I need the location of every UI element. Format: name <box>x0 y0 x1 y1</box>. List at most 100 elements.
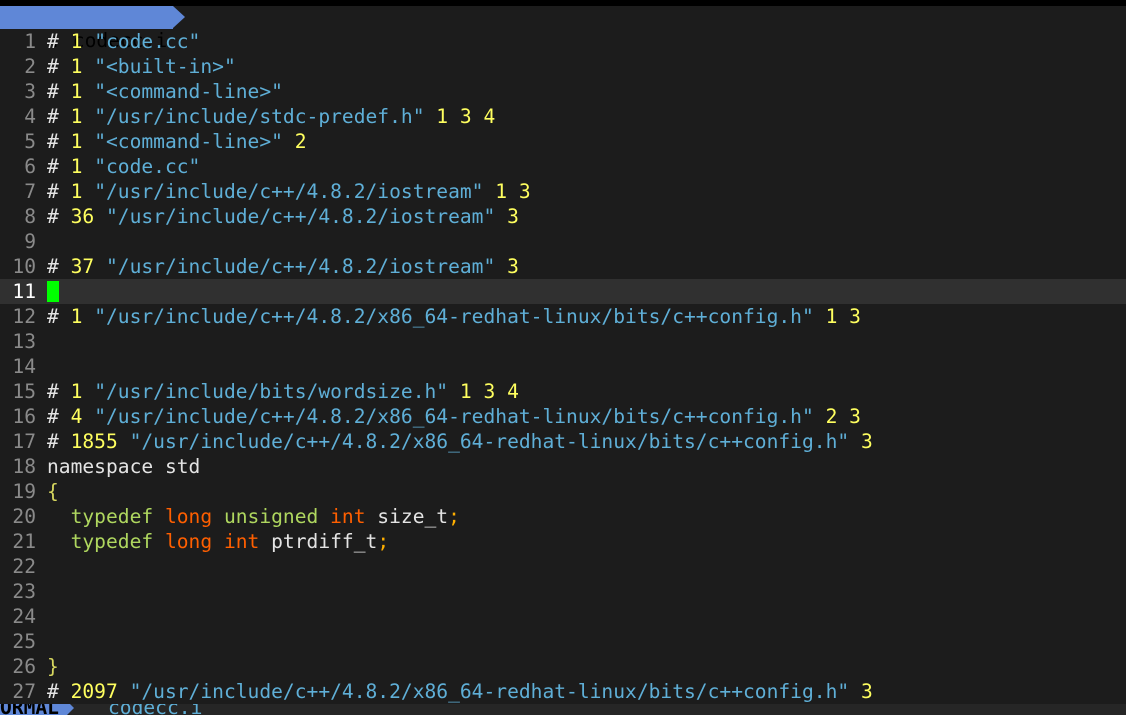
status-filename: codecc.i <box>108 704 202 715</box>
text-cursor <box>47 280 59 302</box>
code-line[interactable]: 23 <box>0 579 1126 604</box>
line-number: 5 <box>24 130 36 153</box>
token-str: "/usr/include/stdc-predef.h" <box>94 105 425 128</box>
code-line[interactable]: 25 <box>0 629 1126 654</box>
token-str: "/usr/include/bits/wordsize.h" <box>94 380 449 403</box>
line-content: # 1 "/usr/include/bits/wordsize.h" 1 3 4 <box>47 379 519 404</box>
code-line[interactable]: 21 typedef long int ptrdiff_t; <box>0 529 1126 554</box>
code-line[interactable]: 12 # 1 "/usr/include/c++/4.8.2/x86_64-red… <box>0 304 1126 329</box>
code-line[interactable]: 7 # 1 "/usr/include/c++/4.8.2/iostream" 1… <box>0 179 1126 204</box>
code-line[interactable]: 1 # 1 "code.cc" <box>0 29 1126 54</box>
code-line[interactable]: 17 # 1855 "/usr/include/c++/4.8.2/x86_64-… <box>0 429 1126 454</box>
token-num: 1 <box>70 80 83 103</box>
line-number: 6 <box>24 155 36 178</box>
mode-separator-arrow <box>63 704 74 715</box>
line-number: 14 <box>12 355 36 378</box>
line-content: { <box>47 479 59 504</box>
line-number: 16 <box>12 405 36 428</box>
token-num: 3 <box>507 205 519 228</box>
line-content: typedef long unsigned int size_t; <box>47 504 460 529</box>
line-content: # 1 "/usr/include/c++/4.8.2/x86_64-redha… <box>47 304 861 329</box>
line-content: # 4 "/usr/include/c++/4.8.2/x86_64-redha… <box>47 404 861 429</box>
tab-codecc-i[interactable]: : codecc.i <box>0 6 174 52</box>
code-line[interactable]: 10 # 37 "/usr/include/c++/4.8.2/iostream"… <box>0 254 1126 279</box>
code-line[interactable]: 8 # 36 "/usr/include/c++/4.8.2/iostream" … <box>0 204 1126 229</box>
line-number: 8 <box>24 205 36 228</box>
token-num: 1 <box>70 305 83 328</box>
code-line[interactable]: 16 # 4 "/usr/include/c++/4.8.2/x86_64-red… <box>0 404 1126 429</box>
token-num: 3 <box>507 255 519 278</box>
line-number: 18 <box>12 455 36 478</box>
line-content: # 1 "/usr/include/stdc-predef.h" 1 3 4 <box>47 104 495 129</box>
token-num: 2 3 <box>825 405 861 428</box>
line-content: # 1 "code.cc" <box>47 29 200 54</box>
code-line[interactable]: 11 <box>0 279 1126 304</box>
editor-buffer[interactable]: 1 # 1 "code.cc" 2 # 1 "<built-in>" 3 # 1 "<co… <box>0 29 1126 704</box>
token-str: "/usr/include/c++/4.8.2/x86_64-redhat-li… <box>129 430 850 453</box>
token-str: "/usr/include/c++/4.8.2/x86_64-redhat-li… <box>129 680 850 703</box>
code-line[interactable]: 20 typedef long unsigned int size_t; <box>0 504 1126 529</box>
line-number: 22 <box>12 555 36 578</box>
code-line[interactable]: 3 # 1 "<command-line>" <box>0 79 1126 104</box>
token-hash: # <box>47 105 71 128</box>
token-num: 1 <box>70 130 83 153</box>
code-line[interactable]: 13 <box>0 329 1126 354</box>
token-str: "/usr/include/c++/4.8.2/iostream" <box>94 180 484 203</box>
code-line[interactable]: 6 # 1 "code.cc" <box>0 154 1126 179</box>
code-line[interactable]: 18 namespace std <box>0 454 1126 479</box>
line-number: 9 <box>24 230 36 253</box>
code-line[interactable]: 2 # 1 "<built-in>" <box>0 54 1126 79</box>
line-number: 12 <box>12 305 36 328</box>
token-hash: # <box>47 430 71 453</box>
code-line[interactable]: 26} <box>0 654 1126 679</box>
line-number: 20 <box>12 505 36 528</box>
line-number: 25 <box>12 630 36 653</box>
token-num: 1855 <box>70 430 118 453</box>
token-str: "<built-in>" <box>94 55 236 78</box>
token-hash: # <box>47 405 71 428</box>
token-num: 36 <box>70 205 95 228</box>
code-line[interactable]: 22 <box>0 554 1126 579</box>
token-hash: # <box>47 680 71 703</box>
code-line[interactable]: 14 <box>0 354 1126 379</box>
token-num: 2097 <box>70 680 118 703</box>
token-num: 1 3 4 <box>436 105 496 128</box>
token-str: "/usr/include/c++/4.8.2/iostream" <box>105 255 496 278</box>
token-hash: # <box>47 80 71 103</box>
line-number: 23 <box>12 580 36 603</box>
line-content: # 1 "<built-in>" <box>47 54 236 79</box>
code-line[interactable]: 5 # 1 "<command-line>" 2 <box>0 129 1126 154</box>
code-line[interactable]: 24 <box>0 604 1126 629</box>
code-line[interactable]: 27 # 2097 "/usr/include/c++/4.8.2/x86_64-… <box>0 679 1126 704</box>
token-num: 1 <box>70 30 83 53</box>
code-line[interactable]: 19 { <box>0 479 1126 504</box>
token-num: 1 <box>70 105 83 128</box>
token-brace: { <box>47 480 59 503</box>
token-kw-mod: int <box>223 530 260 553</box>
code-line[interactable]: 9 <box>0 229 1126 254</box>
line-content: } <box>47 654 59 679</box>
line-number: 24 <box>12 605 36 628</box>
line-number: 17 <box>12 430 36 453</box>
line-content: # 36 "/usr/include/c++/4.8.2/iostream" 3 <box>47 204 519 229</box>
code-line[interactable]: 4 # 1 "/usr/include/stdc-predef.h" 1 3 4 <box>0 104 1126 129</box>
token-brace: } <box>47 655 59 678</box>
token-hash: # <box>47 130 71 153</box>
token-num: 1 <box>70 180 83 203</box>
code-line[interactable]: 15 # 1 "/usr/include/bits/wordsize.h" 1 3… <box>0 379 1126 404</box>
